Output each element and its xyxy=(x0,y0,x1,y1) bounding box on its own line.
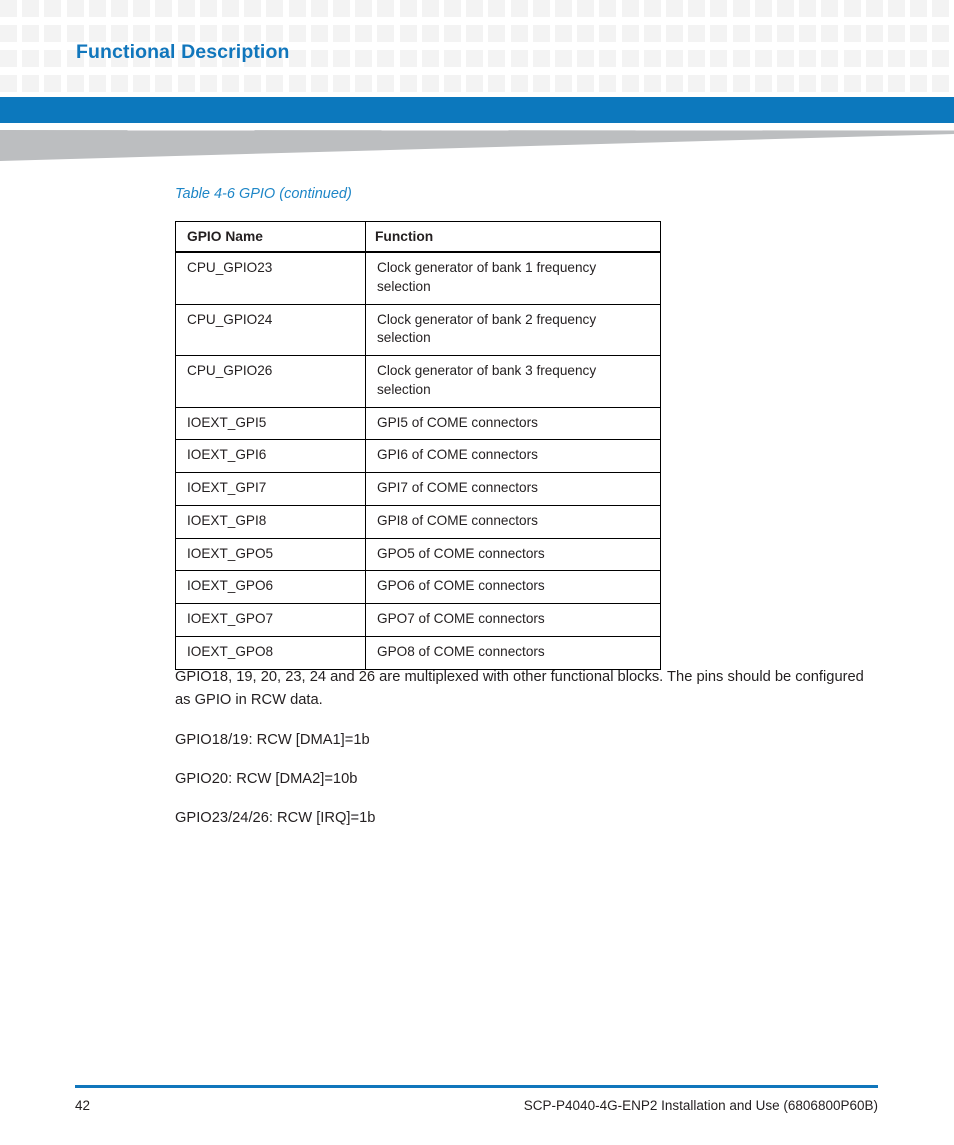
cell-function: Clock generator of bank 3 frequency sele… xyxy=(365,355,661,408)
header-gray-swoosh xyxy=(0,130,954,161)
header-blue-rule xyxy=(0,97,954,123)
gpio-table: GPIO Name Function CPU_GPIO23 Clock gener… xyxy=(175,221,661,670)
cell-gpio-name: IOEXT_GPO5 xyxy=(175,537,366,572)
table-row: IOEXT_GPI6 GPI6 of COME connectors xyxy=(175,439,661,473)
footer-document-title: SCP-P4040-4G-ENP2 Installation and Use (… xyxy=(523,1098,878,1113)
column-header-function: Function xyxy=(365,221,661,253)
table-row: IOEXT_GPO8 GPO8 of COME connectors xyxy=(175,635,661,670)
table-row: CPU_GPIO23 Clock generator of bank 1 freq… xyxy=(175,251,661,305)
cell-function: GPI7 of COME connectors xyxy=(365,472,661,506)
cell-function: GPI5 of COME connectors xyxy=(365,406,661,441)
footer-page-number: 42 xyxy=(75,1098,91,1113)
table-row: IOEXT_GPI5 GPI5 of COME connectors xyxy=(175,406,661,441)
table-row: IOEXT_GPO7 GPO7 of COME connectors xyxy=(175,603,661,637)
cell-gpio-name: IOEXT_GPI7 xyxy=(175,472,366,506)
paragraph-rcw-irq: GPIO23/24/26: RCW [IRQ]=1b xyxy=(175,810,376,826)
paragraph-rcw-dma1: GPIO18/19: RCW [DMA1]=1b xyxy=(175,732,370,748)
cell-function: GPO6 of COME connectors xyxy=(365,570,661,604)
cell-gpio-name: CPU_GPIO24 xyxy=(175,303,366,356)
cell-function: GPI8 of COME connectors xyxy=(365,504,661,539)
table-row: CPU_GPIO24 Clock generator of bank 2 freq… xyxy=(175,303,661,356)
table-caption: Table 4-6 GPIO (continued) xyxy=(175,186,352,202)
cell-gpio-name: IOEXT_GPO6 xyxy=(175,570,366,604)
table-row: CPU_GPIO26 Clock generator of bank 3 freq… xyxy=(175,355,661,408)
cell-gpio-name: IOEXT_GPO8 xyxy=(175,635,366,670)
paragraph-multiplex-note: GPIO18, 19, 20, 23, 24 and 26 are multip… xyxy=(175,669,864,708)
cell-function: GPO7 of COME connectors xyxy=(365,603,661,637)
cell-function: GPO5 of COME connectors xyxy=(365,537,661,572)
table-body: CPU_GPIO23 Clock generator of bank 1 freq… xyxy=(175,251,661,670)
table-row: IOEXT_GPI8 GPI8 of COME connectors xyxy=(175,504,661,539)
cell-function: Clock generator of bank 1 frequency sele… xyxy=(365,251,661,305)
table-row: IOEXT_GPO6 GPO6 of COME connectors xyxy=(175,570,661,604)
paragraph-rcw-dma2: GPIO20: RCW [DMA2]=10b xyxy=(175,771,358,787)
table-row: IOEXT_GPO5 GPO5 of COME connectors xyxy=(175,537,661,572)
cell-function: GPO8 of COME connectors xyxy=(365,635,661,670)
cell-gpio-name: IOEXT_GPO7 xyxy=(175,603,366,637)
table-row: IOEXT_GPI7 GPI7 of COME connectors xyxy=(175,472,661,506)
table-header-row: GPIO Name Function xyxy=(175,221,661,253)
cell-gpio-name: CPU_GPIO23 xyxy=(175,251,366,305)
cell-gpio-name: IOEXT_GPI5 xyxy=(175,406,366,441)
cell-function: GPI6 of COME connectors xyxy=(365,439,661,473)
page-title: Functional Description xyxy=(76,41,290,63)
footer-rule xyxy=(75,1085,878,1088)
cell-gpio-name: CPU_GPIO26 xyxy=(175,355,366,408)
cell-function: Clock generator of bank 2 frequency sele… xyxy=(365,303,661,356)
cell-gpio-name: IOEXT_GPI6 xyxy=(175,439,366,473)
column-header-gpio-name: GPIO Name xyxy=(175,221,366,253)
cell-gpio-name: IOEXT_GPI8 xyxy=(175,504,366,539)
